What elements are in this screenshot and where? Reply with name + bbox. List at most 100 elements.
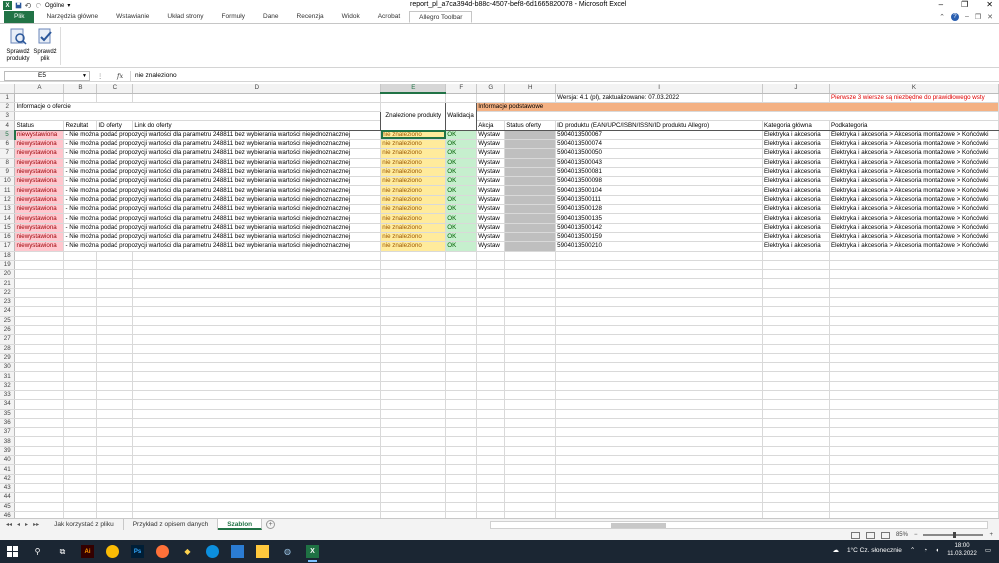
cell[interactable] [762, 316, 830, 326]
tab-file[interactable]: Plik [4, 11, 35, 23]
cell[interactable] [762, 381, 830, 392]
cell[interactable] [445, 464, 478, 475]
weather-text[interactable]: 1°C Cz. słonecznie [847, 547, 902, 554]
cell[interactable] [96, 334, 134, 345]
zoom-level[interactable]: 85% [896, 532, 908, 538]
cell[interactable] [14, 502, 65, 512]
cell[interactable] [476, 390, 506, 401]
cell[interactable] [555, 474, 763, 484]
tab-review[interactable]: Recenzja [288, 11, 333, 23]
restore-workbook-icon[interactable]: ❐ [975, 13, 981, 21]
cell[interactable] [504, 148, 557, 159]
cell[interactable] [476, 446, 506, 457]
cell[interactable] [762, 334, 830, 345]
cell[interactable] [445, 492, 478, 503]
valid-cell[interactable]: OK [445, 185, 478, 196]
row-header[interactable]: 31 [0, 371, 16, 382]
cell[interactable] [380, 455, 447, 466]
cell[interactable] [762, 427, 830, 438]
action-cell[interactable]: Wystaw [476, 139, 506, 150]
row-header[interactable]: 41 [0, 464, 16, 475]
cell[interactable] [504, 353, 557, 364]
cell[interactable] [476, 464, 506, 475]
cell[interactable] [504, 241, 557, 252]
sub-cell[interactable]: Elektryka i akcesoria > Akcesoria montaż… [829, 139, 999, 150]
zoom-out-icon[interactable]: − [914, 532, 918, 538]
status-cell[interactable]: niewystawiona [14, 139, 65, 150]
cell[interactable] [476, 288, 506, 299]
ean-cell[interactable]: 5904013500043 [555, 158, 763, 168]
valid-cell[interactable]: OK [445, 148, 478, 159]
row-header[interactable]: 35 [0, 409, 16, 419]
cell[interactable] [14, 362, 65, 373]
cell[interactable] [762, 297, 830, 308]
found-cell[interactable]: nie znaleziono [380, 195, 447, 206]
page-layout-view-icon[interactable] [865, 531, 875, 539]
version-cell[interactable]: Wersja: 4.1 (pl), zaktualizowane: 07.03.… [555, 93, 763, 103]
ean-cell[interactable]: 5904013500104 [555, 185, 763, 196]
cell[interactable] [96, 93, 134, 103]
cat-cell[interactable]: Elektryka i akcesoria [762, 195, 830, 206]
cell[interactable] [762, 502, 830, 512]
cell[interactable] [504, 185, 557, 196]
row-header[interactable]: 8 [0, 158, 16, 168]
cell[interactable] [380, 316, 447, 326]
cell[interactable] [445, 502, 478, 512]
cell[interactable] [476, 325, 506, 336]
formula-bar-options-icon[interactable]: ⋮ [97, 72, 104, 80]
status-cell[interactable]: niewystawiona [14, 213, 65, 224]
row-header[interactable]: 32 [0, 381, 16, 392]
cell[interactable] [762, 409, 830, 419]
cell[interactable] [762, 483, 830, 494]
cell[interactable] [762, 436, 830, 447]
cell[interactable] [555, 362, 763, 373]
found-cell[interactable]: nie znaleziono [380, 185, 447, 196]
valid-cell[interactable]: OK [445, 158, 478, 168]
cell[interactable] [829, 409, 999, 419]
ean-cell[interactable]: 5904013500142 [555, 223, 763, 233]
ean-cell[interactable]: 5904013500135 [555, 213, 763, 224]
sheet-tab-example[interactable]: Przykład z opisem danych [124, 519, 219, 530]
found-cell[interactable]: nie znaleziono [380, 130, 447, 141]
cell[interactable] [63, 483, 98, 494]
cell[interactable] [476, 371, 506, 382]
cell[interactable] [504, 436, 557, 447]
cell[interactable] [504, 483, 557, 494]
row-header[interactable]: 4 [0, 120, 16, 131]
cat-cell[interactable]: Elektryka i akcesoria [762, 223, 830, 233]
cell[interactable] [14, 260, 65, 271]
cell[interactable] [132, 269, 382, 280]
cell[interactable] [829, 483, 999, 494]
cell[interactable] [96, 436, 134, 447]
valid-cell[interactable]: OK [445, 204, 478, 215]
cell[interactable] [445, 93, 478, 103]
row-header[interactable]: 17 [0, 241, 16, 252]
cell[interactable] [380, 511, 447, 518]
cell[interactable] [63, 390, 98, 401]
cell[interactable] [63, 362, 98, 373]
cell[interactable] [63, 288, 98, 299]
cell[interactable] [445, 474, 478, 484]
action-cell[interactable]: Wystaw [476, 223, 506, 233]
cell[interactable] [476, 111, 999, 122]
cell[interactable] [380, 93, 447, 103]
cell[interactable] [829, 399, 999, 410]
cell[interactable] [504, 492, 557, 503]
cell[interactable] [96, 269, 134, 280]
cell[interactable] [96, 306, 134, 317]
cell[interactable] [14, 381, 65, 392]
cell[interactable] [63, 399, 98, 410]
normal-view-icon[interactable] [850, 531, 860, 539]
action-cell[interactable]: Wystaw [476, 195, 506, 206]
chrome-icon[interactable] [106, 545, 119, 558]
cell[interactable] [555, 483, 763, 494]
cell[interactable] [96, 297, 134, 308]
cell[interactable] [380, 297, 447, 308]
status-cell[interactable]: niewystawiona [14, 241, 65, 252]
cell[interactable] [476, 483, 506, 494]
cell[interactable] [380, 269, 447, 280]
prev-sheet-icon[interactable]: ◂ [17, 521, 20, 528]
cell[interactable] [132, 474, 382, 484]
header-result[interactable]: Rezultat [63, 120, 98, 131]
cell[interactable] [504, 195, 557, 206]
